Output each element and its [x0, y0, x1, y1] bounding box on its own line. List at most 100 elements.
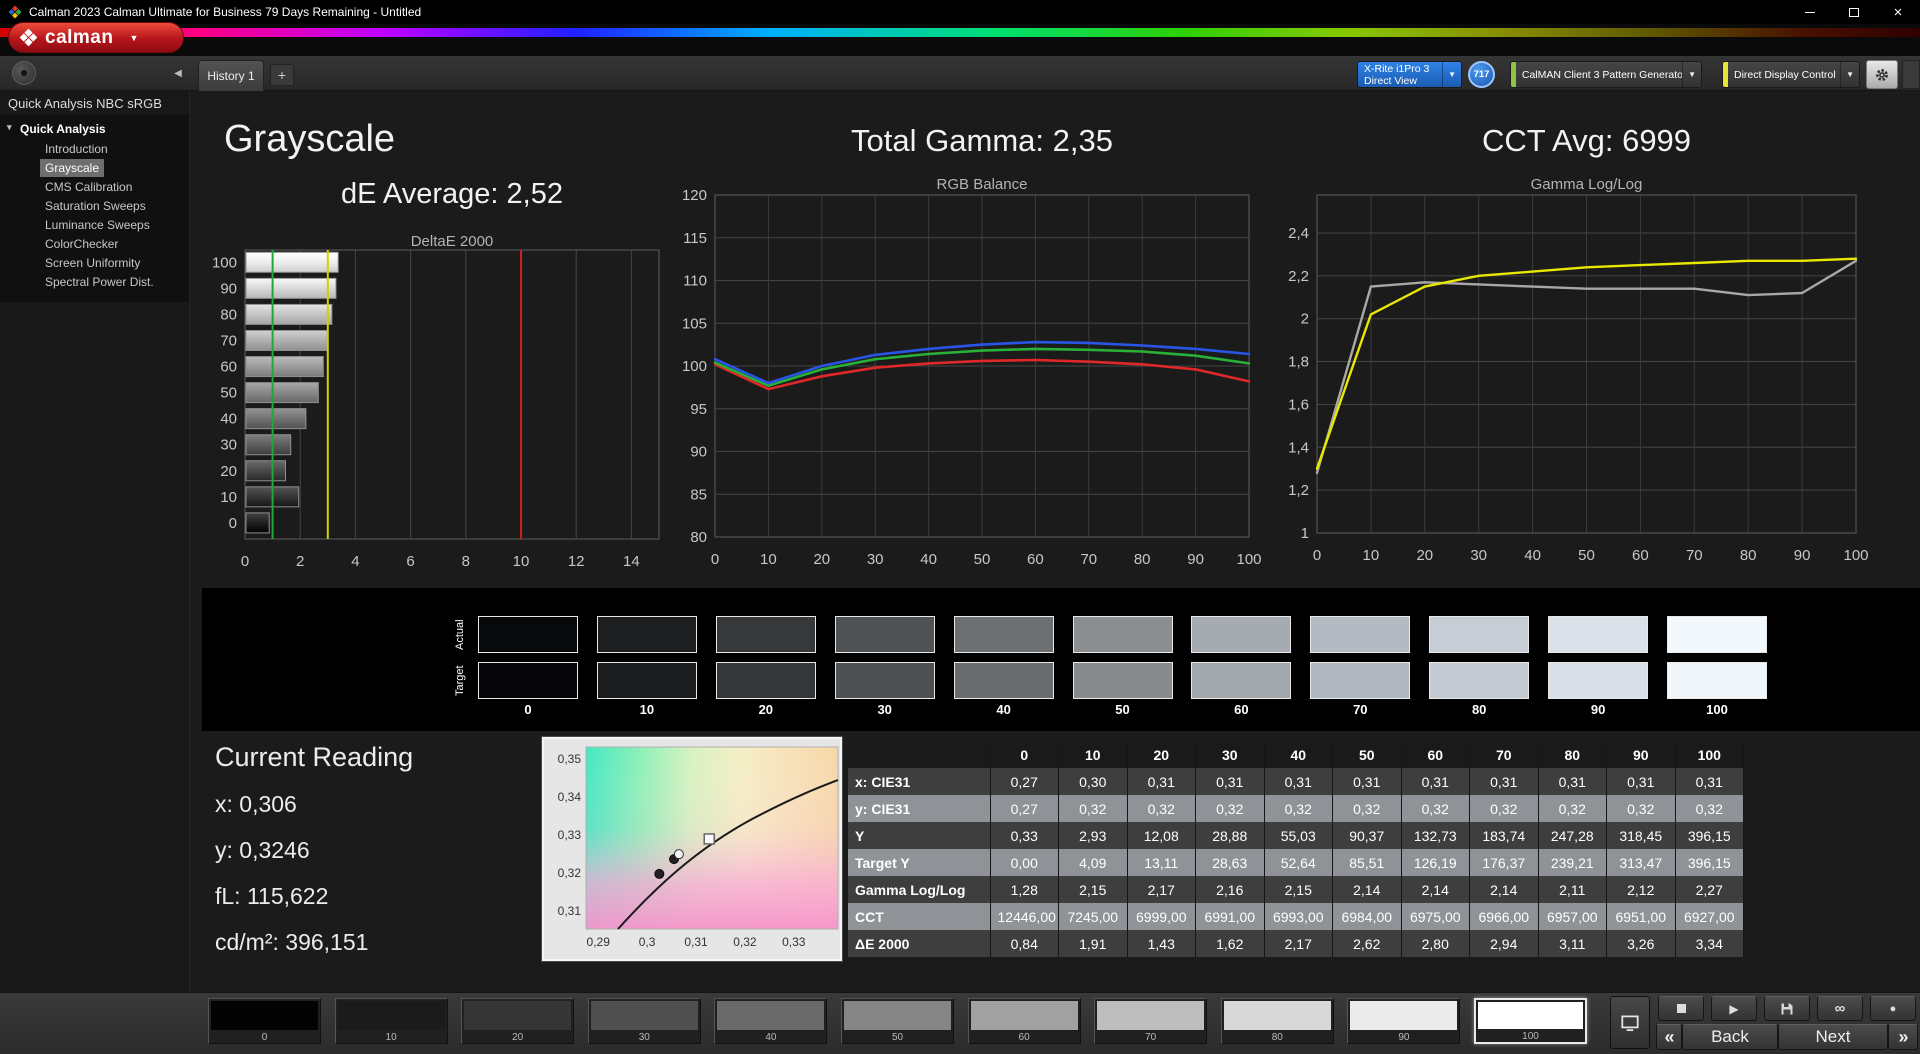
- table-cell: 6991,00: [1196, 903, 1265, 930]
- add-tab-button[interactable]: +: [270, 64, 294, 86]
- maximize-button[interactable]: [1832, 0, 1876, 24]
- stop-button[interactable]: [1658, 996, 1704, 1021]
- cie-x-tick: 0,33: [782, 935, 806, 949]
- pattern-level-label: 20: [462, 1032, 573, 1043]
- table-cell: 0,31: [1538, 768, 1607, 795]
- pattern-level-button-90[interactable]: 90: [1347, 998, 1460, 1044]
- pattern-window-button[interactable]: [1610, 996, 1650, 1049]
- grayscale-data-table: 0102030405060708090100x: CIE310,270,300,…: [848, 741, 1744, 957]
- loop-measure-button[interactable]: ∞: [1817, 996, 1863, 1021]
- sidebar-item-grayscale[interactable]: Grayscale: [40, 159, 104, 177]
- gamma-x-tick: 70: [1686, 547, 1703, 564]
- workflow-menu-button[interactable]: [12, 61, 36, 85]
- table-cell: 0,32: [1470, 795, 1539, 822]
- measure-continuous-button[interactable]: ▶: [1711, 996, 1757, 1021]
- next-chevron-button[interactable]: »: [1888, 1024, 1918, 1050]
- table-row: Gamma Log/Log1,282,152,172,162,152,142,1…: [848, 876, 1744, 903]
- pattern-level-swatch: [844, 1001, 951, 1030]
- table-cell: 0,31: [1196, 768, 1265, 795]
- back-button[interactable]: Back: [1682, 1024, 1778, 1050]
- settings-button[interactable]: [1866, 60, 1898, 89]
- table-cell: 90,37: [1333, 822, 1402, 849]
- toolbar-overflow-button[interactable]: [1902, 60, 1920, 89]
- cie-y-tick: 0,33: [558, 828, 582, 842]
- deltae-bar-50: [246, 383, 318, 403]
- reading-x: x: 0,306: [215, 791, 413, 818]
- close-button[interactable]: ×: [1876, 0, 1920, 24]
- save-icon: [1780, 1002, 1794, 1016]
- tab-history-1[interactable]: History 1: [198, 60, 264, 91]
- pattern-level-button-100[interactable]: 100: [1474, 998, 1587, 1044]
- deltae-x-tick: 10: [513, 553, 530, 570]
- sidebar-item-screen-uniformity[interactable]: Screen Uniformity: [40, 254, 145, 272]
- gamma-y-tick: 1: [1301, 525, 1309, 542]
- pattern-level-button-20[interactable]: 20: [461, 998, 574, 1044]
- table-cell: 0,32: [1333, 795, 1402, 822]
- app-icon: [8, 5, 22, 19]
- pattern-level-button-50[interactable]: 50: [841, 998, 954, 1044]
- pattern-level-button-10[interactable]: 10: [335, 998, 448, 1044]
- titlebar: Calman 2023 Calman Ultimate for Business…: [0, 0, 1920, 24]
- tree-expander-icon: ▾: [7, 122, 12, 133]
- table-cell: 2,62: [1333, 930, 1402, 957]
- table-header-cell: [848, 741, 990, 768]
- sidebar-item-luminance-sweeps[interactable]: Luminance Sweeps: [40, 216, 155, 234]
- maximize-icon: [1849, 8, 1859, 17]
- deltae-x-tick: 0: [241, 553, 249, 570]
- table-header-cell: 40: [1264, 741, 1333, 768]
- table-cell: 28,63: [1196, 849, 1265, 876]
- chevron-down-icon: ▼: [1840, 62, 1859, 87]
- minimize-icon: [1805, 12, 1815, 13]
- band-level-label: 100: [1667, 702, 1767, 717]
- next-button[interactable]: Next: [1778, 1024, 1888, 1050]
- gamma-x-tick: 80: [1740, 547, 1757, 564]
- sidebar-item-saturation-sweeps[interactable]: Saturation Sweeps: [40, 197, 151, 215]
- record-button[interactable]: ●: [1870, 996, 1916, 1021]
- pattern-level-button-30[interactable]: 30: [588, 998, 701, 1044]
- sidebar-item-colorchecker[interactable]: ColorChecker: [40, 235, 123, 253]
- table-row: Target Y0,004,0913,1128,6352,6485,51126,…: [848, 849, 1744, 876]
- calman-menu-button[interactable]: calman ▼: [8, 22, 184, 53]
- sidebar-item-cms-calibration[interactable]: CMS Calibration: [40, 178, 137, 196]
- back-chevron-button[interactable]: «: [1656, 1024, 1682, 1050]
- pattern-level-button-40[interactable]: 40: [714, 998, 827, 1044]
- table-cell: 52,64: [1264, 849, 1333, 876]
- gamma-y-tick: 2,4: [1288, 225, 1309, 242]
- pattern-generator-dropdown[interactable]: CalMAN Client 3 Pattern Generator ▼: [1510, 61, 1702, 88]
- table-header-cell: 20: [1127, 741, 1196, 768]
- table-cell: 0,31: [1401, 768, 1470, 795]
- page-title: Grayscale: [224, 118, 395, 161]
- rgb-x-tick: 20: [813, 551, 830, 568]
- meter-count-badge[interactable]: 717: [1468, 61, 1495, 88]
- sidebar-item-spectral-power-dist[interactable]: Spectral Power Dist.: [40, 273, 159, 291]
- table-cell: 0,31: [1264, 768, 1333, 795]
- pattern-level-button-80[interactable]: 80: [1221, 998, 1334, 1044]
- actual-swatch-100: [1667, 616, 1767, 653]
- table-cell: 2,17: [1127, 876, 1196, 903]
- band-level-label: 80: [1429, 702, 1529, 717]
- save-button[interactable]: [1764, 996, 1810, 1021]
- table-cell: 2,14: [1401, 876, 1470, 903]
- minimize-button[interactable]: [1788, 0, 1832, 24]
- table-header-cell: 0: [990, 741, 1059, 768]
- toolbar: ◀ History 1 + X-Rite i1Pro 3 Direct View…: [0, 56, 1920, 91]
- sidebar-item-introduction[interactable]: Introduction: [40, 140, 113, 158]
- table-cell: 247,28: [1538, 822, 1607, 849]
- pattern-level-button-70[interactable]: 70: [1094, 998, 1207, 1044]
- meter-dropdown[interactable]: X-Rite i1Pro 3 Direct View ▼: [1357, 61, 1462, 88]
- band-level-label: 10: [597, 702, 697, 717]
- band-level-label: 30: [835, 702, 935, 717]
- table-cell: 239,21: [1538, 849, 1607, 876]
- deltae-x-tick: 12: [568, 553, 585, 570]
- sidebar-collapse-button[interactable]: ◀: [168, 62, 188, 84]
- pattern-level-button-60[interactable]: 60: [968, 998, 1081, 1044]
- pattern-level-button-0[interactable]: 0: [208, 998, 321, 1044]
- target-swatch-100: [1667, 662, 1767, 699]
- pattern-level-swatch: [464, 1001, 571, 1030]
- table-cell: 0,32: [1607, 795, 1676, 822]
- display-control-dropdown[interactable]: Direct Display Control ▼: [1722, 61, 1860, 88]
- rgb-y-tick: 80: [690, 529, 707, 546]
- workflow-tree: ▾ Quick Analysis IntroductionGrayscaleCM…: [0, 115, 189, 302]
- target-swatch-90: [1548, 662, 1648, 699]
- sidebar-item-quick-analysis[interactable]: ▾ Quick Analysis: [0, 119, 189, 139]
